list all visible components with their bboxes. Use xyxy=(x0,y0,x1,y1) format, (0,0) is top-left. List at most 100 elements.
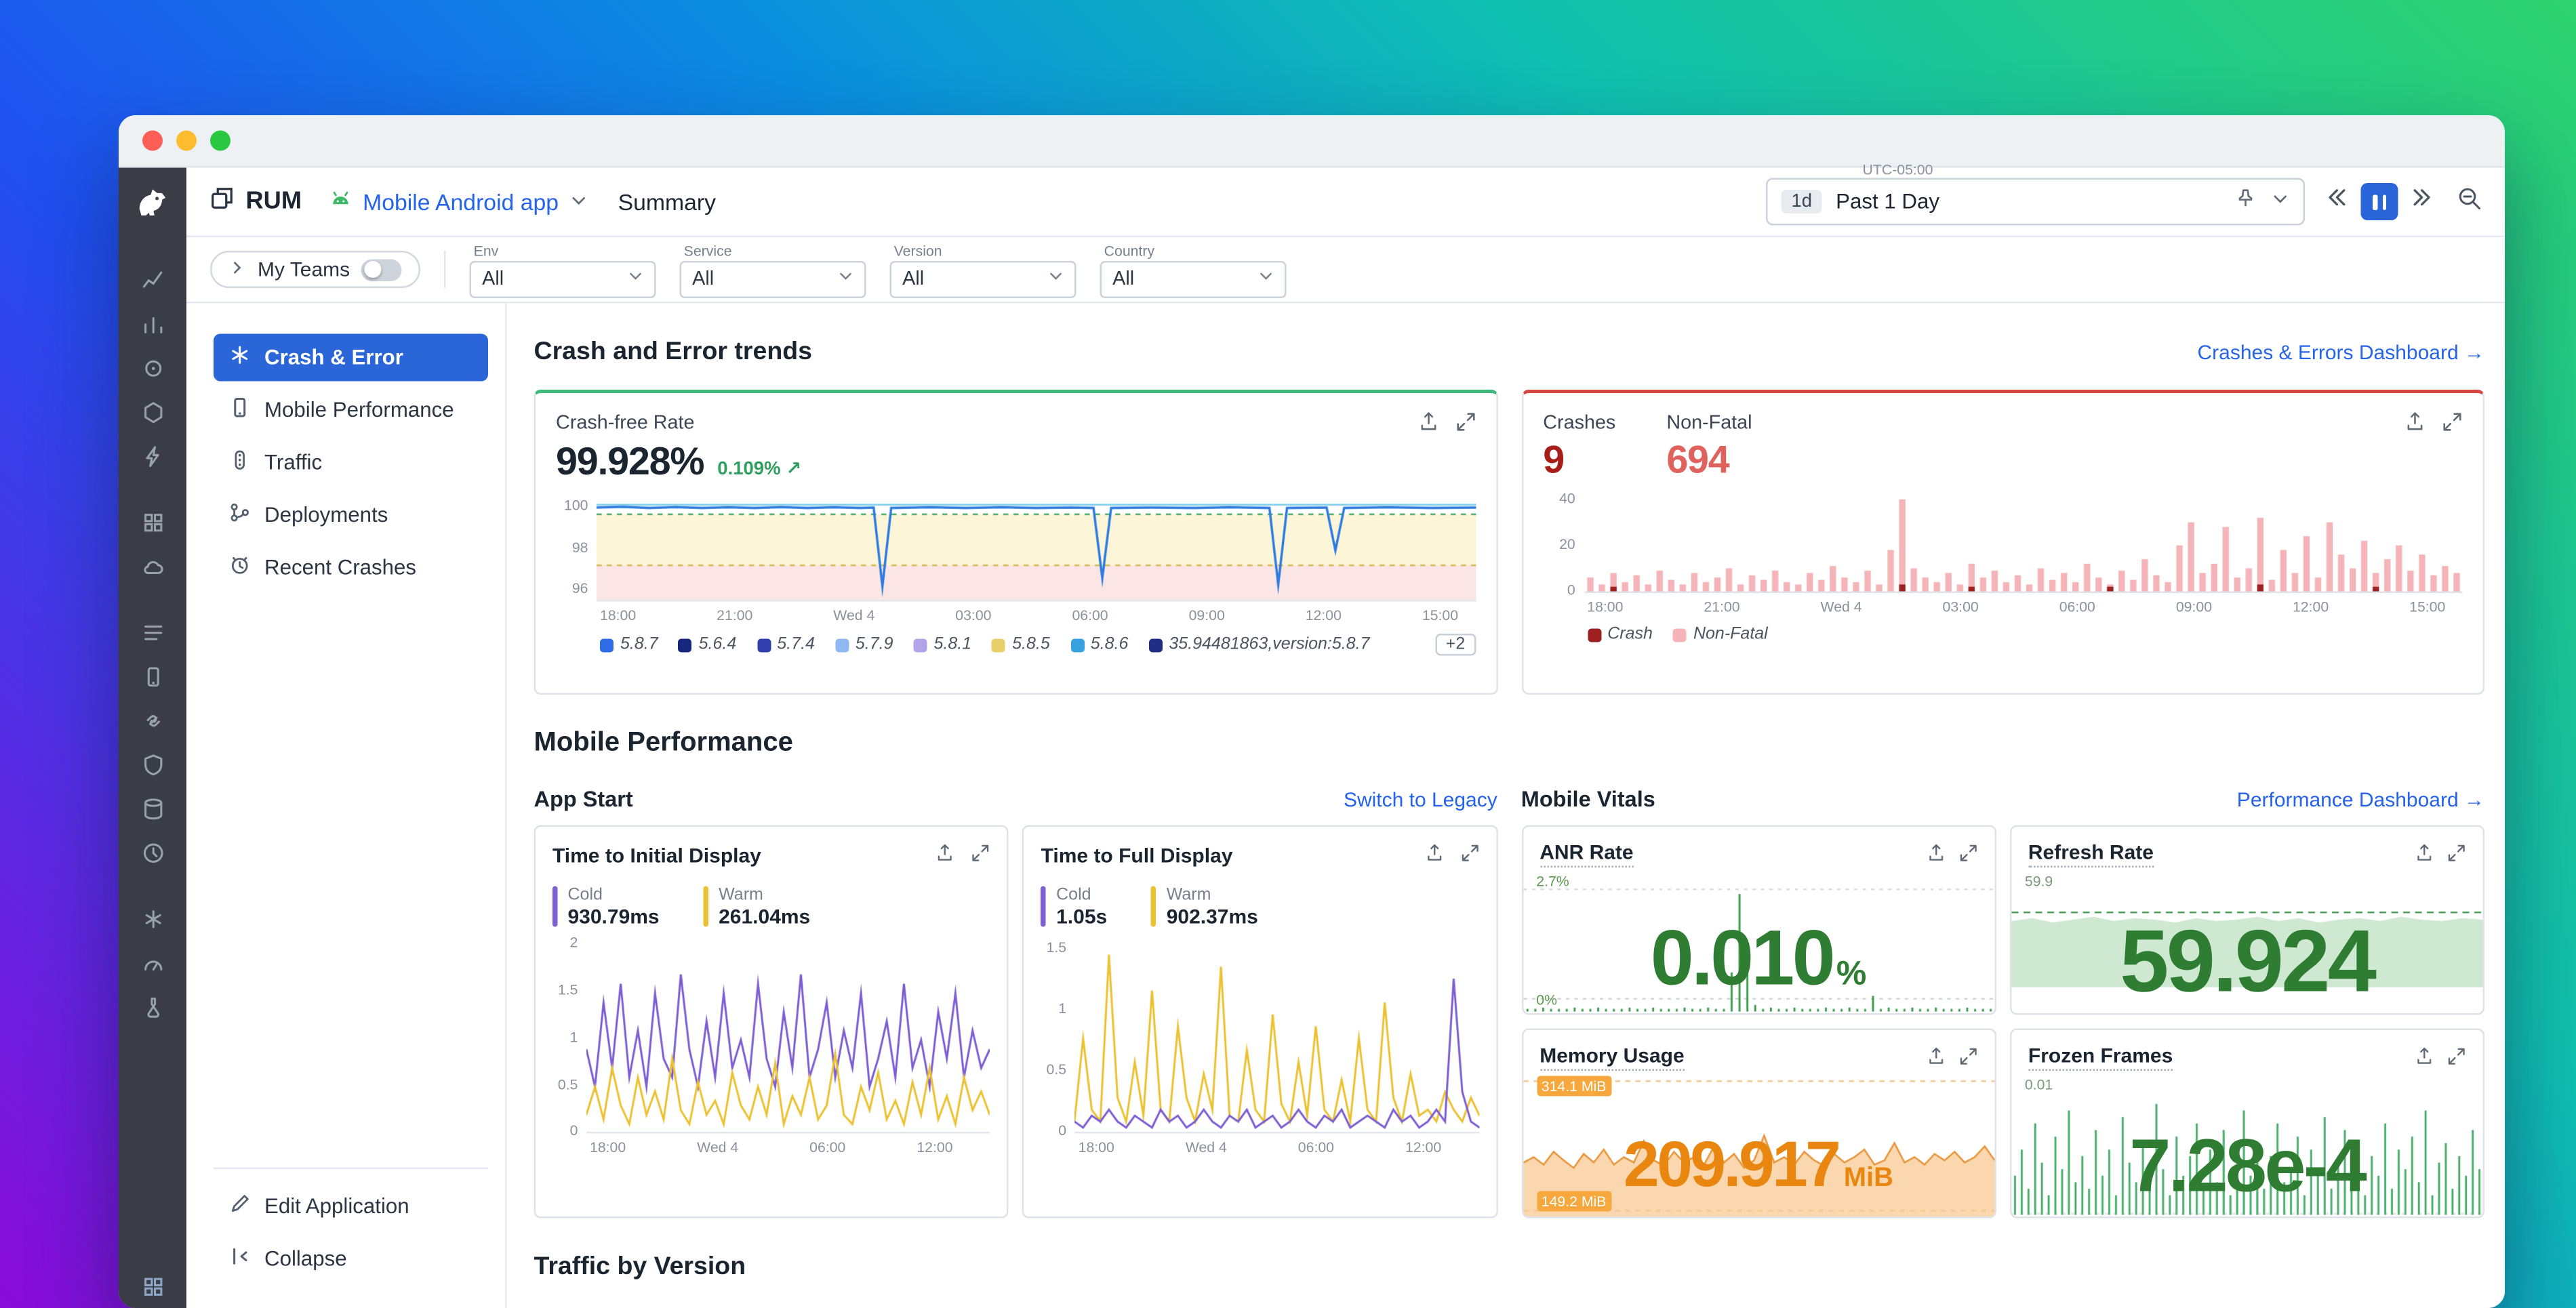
expand-icon[interactable] xyxy=(1958,840,1977,871)
expand-icon[interactable] xyxy=(1958,1044,1977,1074)
env-filter: Env All xyxy=(470,241,657,298)
ci-pipelines-icon[interactable] xyxy=(119,698,186,742)
legend-item[interactable]: 5.7.9 xyxy=(835,636,893,655)
ttid-title: Time to Initial Display xyxy=(552,844,761,867)
ttid-chart[interactable] xyxy=(586,937,990,1134)
app-selector[interactable]: Mobile Android app xyxy=(329,187,587,216)
chevron-down-icon xyxy=(569,189,588,215)
ttfd-chart[interactable] xyxy=(1075,937,1479,1134)
export-icon[interactable] xyxy=(2415,1044,2434,1074)
org-settings-icon[interactable] xyxy=(119,1264,186,1308)
crash-free-rate-value: 99.928% xyxy=(556,439,704,485)
rum-rail-icon[interactable] xyxy=(119,654,186,698)
app-start-title: App Start xyxy=(534,786,633,812)
metrics-icon[interactable] xyxy=(119,258,186,302)
legend-item[interactable]: 5.7.4 xyxy=(757,636,815,655)
logs-icon[interactable] xyxy=(119,610,186,654)
zoom-window-button[interactable] xyxy=(210,131,230,151)
crash-free-rate-chart[interactable] xyxy=(597,493,1475,602)
legend-item[interactable]: 5.6.4 xyxy=(679,636,737,655)
env-filter-select[interactable]: All xyxy=(470,260,657,298)
pause-live-button[interactable] xyxy=(2361,183,2398,220)
collapse-sidenav-button[interactable]: Collapse xyxy=(214,1235,488,1283)
ttfd-title: Time to Full Display xyxy=(1041,844,1233,867)
export-icon[interactable] xyxy=(936,840,955,871)
error-tracking-icon[interactable] xyxy=(119,897,186,941)
memory-usage-title[interactable]: Memory Usage xyxy=(1539,1044,1684,1071)
frozen-frames-title[interactable]: Frozen Frames xyxy=(2028,1044,2173,1071)
sidenav-item-traffic[interactable]: Traffic xyxy=(214,439,488,487)
service-filter-select[interactable]: All xyxy=(681,260,867,298)
legend-item[interactable]: 5.8.1 xyxy=(914,636,972,655)
anr-rate-value: 0.010% xyxy=(1523,912,1994,1003)
cold-start-stat[interactable]: Cold1.05s xyxy=(1041,886,1108,929)
minimize-window-button[interactable] xyxy=(176,131,197,151)
legend-more-badge[interactable]: +2 xyxy=(1436,634,1476,656)
cold-start-stat[interactable]: Cold930.79ms xyxy=(552,886,660,929)
edit-application-button[interactable]: Edit Application xyxy=(214,1183,488,1230)
time-range-control[interactable]: UTC-05:00 1d Past 1 Day xyxy=(1766,178,2305,226)
expand-icon[interactable] xyxy=(2447,1044,2466,1074)
export-icon[interactable] xyxy=(2405,410,2426,441)
expand-icon[interactable] xyxy=(2447,840,2466,871)
pin-icon[interactable] xyxy=(2236,186,2256,217)
profiling-icon[interactable] xyxy=(119,941,186,985)
time-range-badge[interactable]: 1d xyxy=(1782,190,1823,213)
expand-icon[interactable] xyxy=(2442,410,2463,441)
skip-back-icon[interactable] xyxy=(2325,186,2348,217)
security-icon[interactable] xyxy=(119,742,186,786)
legend-item[interactable]: 5.8.5 xyxy=(992,636,1050,655)
export-icon[interactable] xyxy=(1927,1044,1946,1074)
crashes-stat: Crashes 9 xyxy=(1543,407,1615,483)
infrastructure-icon[interactable] xyxy=(119,390,186,434)
close-window-button[interactable] xyxy=(142,131,163,151)
sidenav-item-deployments[interactable]: Deployments xyxy=(214,491,488,539)
datadog-logo-icon[interactable] xyxy=(134,185,172,231)
legend-item[interactable]: 5.8.7 xyxy=(600,636,658,655)
anr-rate-title[interactable]: ANR Rate xyxy=(1539,840,1633,867)
labs-icon[interactable] xyxy=(119,985,186,1029)
sidenav-item-crash-error[interactable]: Crash & Error xyxy=(214,334,488,382)
crashes-x-axis: 18:0021:00Wed 403:0006:0009:0012:0015:00 xyxy=(1543,593,2462,615)
legend-item[interactable]: 5.8.6 xyxy=(1070,636,1129,655)
expand-icon[interactable] xyxy=(1455,410,1475,441)
refresh-rate-value: 59.924 xyxy=(2011,912,2483,1013)
expand-icon[interactable] xyxy=(971,840,990,871)
skip-forward-icon[interactable] xyxy=(2412,186,2434,217)
time-range-label[interactable]: Past 1 Day xyxy=(1836,190,1939,213)
zoom-out-icon[interactable] xyxy=(2457,186,2481,218)
warm-start-stat[interactable]: Warm902.37ms xyxy=(1151,886,1258,929)
refresh-rate-title[interactable]: Refresh Rate xyxy=(2028,840,2154,867)
cloud-icon[interactable] xyxy=(119,544,186,588)
switch-to-legacy-link[interactable]: Switch to Legacy xyxy=(1344,787,1497,811)
crashes-value: 9 xyxy=(1543,437,1615,483)
expand-icon[interactable] xyxy=(1460,840,1479,871)
frozen-max-label: 0.01 xyxy=(2025,1076,2053,1093)
my-teams-filter[interactable]: My Teams xyxy=(210,251,421,288)
sidenav-item-mobile-performance[interactable]: Mobile Performance xyxy=(214,386,488,434)
service-management-icon[interactable] xyxy=(119,500,186,544)
country-filter-select[interactable]: All xyxy=(1101,260,1287,298)
crashes-bar-chart[interactable] xyxy=(1584,491,2462,593)
export-icon[interactable] xyxy=(1927,840,1946,871)
crashes-errors-dashboard-link[interactable]: Crashes & Errors Dashboard → xyxy=(2197,340,2484,363)
database-icon[interactable] xyxy=(119,786,186,830)
legend-item[interactable]: Non-Fatal xyxy=(1673,626,1768,645)
performance-dashboard-link[interactable]: Performance Dashboard → xyxy=(2237,787,2484,811)
chevron-down-icon[interactable] xyxy=(2271,186,2290,217)
legend-item[interactable]: Crash xyxy=(1587,626,1653,645)
export-icon[interactable] xyxy=(1424,840,1443,871)
app-start-column: App Start Switch to Legacy Time to Initi… xyxy=(534,786,1497,1219)
export-icon[interactable] xyxy=(1417,410,1438,441)
legend-item[interactable]: 35.94481863,version:5.8.7 xyxy=(1148,636,1369,655)
sidenav-item-recent-crashes[interactable]: Recent Crashes xyxy=(214,544,488,592)
export-icon[interactable] xyxy=(2415,840,2434,871)
watchdog-icon[interactable] xyxy=(119,346,186,390)
dashboards-icon[interactable] xyxy=(119,302,186,346)
warm-start-stat[interactable]: Warm261.04ms xyxy=(704,886,811,929)
apm-icon[interactable] xyxy=(119,434,186,478)
my-teams-toggle[interactable] xyxy=(362,258,403,281)
synthetics-icon[interactable] xyxy=(119,830,186,874)
service-filter: Service All xyxy=(681,241,867,298)
version-filter-select[interactable]: All xyxy=(891,260,1077,298)
